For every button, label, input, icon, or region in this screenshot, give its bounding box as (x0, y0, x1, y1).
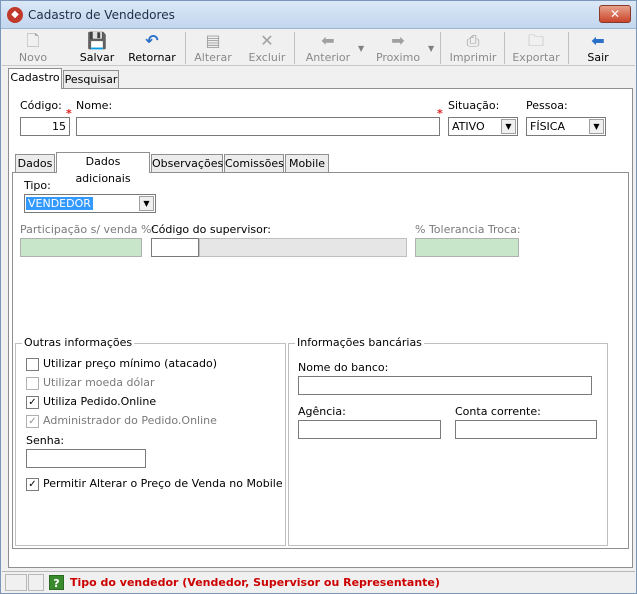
toolbar-separator (568, 32, 569, 64)
exportar-button[interactable]: 🗀 Exportar (508, 30, 564, 66)
alterar-preco-checkbox[interactable]: ✓ (26, 478, 39, 491)
cadastro-panel: Código: * 15 Nome: * Situação: ATIVO ▼ P… (8, 88, 633, 568)
status-cell-mid (28, 574, 44, 591)
codigo-label: Código: (20, 99, 62, 112)
close-button[interactable]: ✕ (599, 5, 631, 23)
tolerancia-field (415, 238, 519, 257)
outras-informacoes-title: Outras informações (22, 336, 135, 349)
title-bar: ◆ Cadastro de Vendedores ✕ (1, 1, 636, 29)
toolbar-separator (440, 32, 441, 64)
excluir-button[interactable]: ✕ Excluir (242, 30, 292, 66)
export-folder-icon: 🗀 (527, 31, 544, 50)
admin-pedido-label: Administrador do Pedido.Online (43, 414, 217, 427)
conta-label: Conta corrente: (455, 405, 541, 418)
toolbar: 🗋 Novo 💾 Salvar ↶ Retornar ▤ Alterar ✕ E… (2, 30, 635, 66)
informacoes-bancarias-title: Informações bancárias (295, 336, 424, 349)
imprimir-button[interactable]: ⎙ Imprimir (446, 30, 500, 66)
moeda-dolar-checkbox (26, 377, 39, 390)
preco-minimo-label[interactable]: Utilizar preço mínimo (atacado) (43, 357, 217, 370)
dados-adicionais-panel: Tipo: VENDEDOR ▼ Participação s/ venda %… (12, 172, 629, 549)
conta-field[interactable] (455, 420, 597, 439)
pedido-online-label[interactable]: Utiliza Pedido.Online (43, 395, 156, 408)
alterar-button[interactable]: ▤ Alterar (188, 30, 238, 66)
salvar-button[interactable]: 💾 Salvar (72, 30, 122, 66)
codigo-field[interactable]: 15 (20, 117, 70, 136)
tab-cadastro[interactable]: Cadastro (8, 68, 62, 89)
chevron-down-icon: ▼ (501, 119, 516, 134)
agencia-label: Agência: (298, 405, 346, 418)
preco-minimo-checkbox[interactable] (26, 358, 39, 371)
supervisor-name-field (199, 238, 407, 257)
arrow-right-icon: ➡ (391, 31, 405, 50)
edit-icon: ▤ (205, 31, 221, 50)
novo-button[interactable]: 🗋 Novo (8, 30, 58, 66)
supervisor-code-field[interactable] (151, 238, 199, 257)
tipo-label: Tipo: (24, 179, 51, 192)
alterar-preco-label[interactable]: Permitir Alterar o Preço de Venda no Mob… (43, 477, 283, 490)
status-message: Tipo do vendedor (Vendedor, Supervisor o… (70, 576, 440, 589)
app-logo-icon: ◆ (7, 7, 23, 23)
participacao-field (20, 238, 142, 257)
pessoa-select[interactable]: FÍSICA ▼ (526, 117, 606, 136)
chevron-down-icon: ▼ (589, 119, 604, 134)
tab-mobile[interactable]: Mobile (285, 154, 329, 173)
tab-comissoes[interactable]: Comissões (224, 154, 284, 173)
participacao-label: Participação s/ venda %: (20, 223, 156, 236)
proximo-button[interactable]: ➡ Proximo (370, 30, 426, 66)
delete-x-icon: ✕ (260, 31, 274, 50)
toolbar-separator (294, 32, 295, 64)
new-document-icon: 🗋 (26, 31, 40, 50)
tipo-select[interactable]: VENDEDOR ▼ (24, 194, 156, 213)
chevron-down-icon: ▼ (139, 196, 154, 211)
status-bar: ? Tipo do vendedor (Vendedor, Supervisor… (2, 571, 635, 593)
sair-button[interactable]: ⬅ Sair (576, 30, 620, 66)
vendedores-window: ◆ Cadastro de Vendedores ✕ 🗋 Novo 💾 Salv… (0, 0, 637, 594)
status-cell-left (5, 574, 27, 591)
checkmark-icon: ✓ (28, 397, 37, 408)
situacao-label: Situação: (448, 99, 500, 112)
proximo-dropdown-icon[interactable]: ▼ (428, 44, 434, 53)
retornar-button[interactable]: ↶ Retornar (124, 30, 180, 66)
tab-pesquisar[interactable]: Pesquisar (63, 70, 119, 89)
anterior-button[interactable]: ⬅ Anterior (300, 30, 356, 66)
help-question-icon: ? (49, 575, 64, 590)
checkmark-icon: ✓ (28, 416, 37, 427)
moeda-dolar-label: Utilizar moeda dólar (43, 376, 155, 389)
tolerancia-label: % Tolerancia Troca: (415, 223, 521, 236)
supervisor-label: Código do supervisor: (151, 223, 271, 236)
printer-icon: ⎙ (466, 31, 480, 50)
situacao-select[interactable]: ATIVO ▼ (448, 117, 518, 136)
checkmark-icon: ✓ (28, 479, 37, 490)
tab-dados[interactable]: Dados (15, 154, 55, 173)
toolbar-separator (504, 32, 505, 64)
banco-label: Nome do banco: (298, 361, 389, 374)
agencia-field[interactable] (298, 420, 441, 439)
arrow-left-icon: ⬅ (321, 31, 335, 50)
floppy-disk-icon: 💾 (87, 31, 107, 50)
pedido-online-checkbox[interactable]: ✓ (26, 396, 39, 409)
exit-arrow-icon: ⬅ (591, 31, 605, 50)
nome-label: Nome: (76, 99, 113, 112)
window-title: Cadastro de Vendedores (28, 8, 175, 22)
toolbar-separator (185, 32, 186, 64)
pessoa-label: Pessoa: (526, 99, 568, 112)
tab-observacoes[interactable]: Observações (151, 154, 223, 173)
undo-arrow-icon: ↶ (145, 31, 159, 50)
tab-dados-adicionais[interactable]: Dados adicionais (56, 152, 150, 185)
senha-label: Senha: (26, 434, 65, 447)
anterior-dropdown-icon[interactable]: ▼ (358, 44, 364, 53)
nome-field[interactable] (76, 117, 440, 136)
banco-field[interactable] (298, 376, 592, 395)
senha-field[interactable] (26, 449, 146, 468)
admin-pedido-checkbox: ✓ (26, 415, 39, 428)
